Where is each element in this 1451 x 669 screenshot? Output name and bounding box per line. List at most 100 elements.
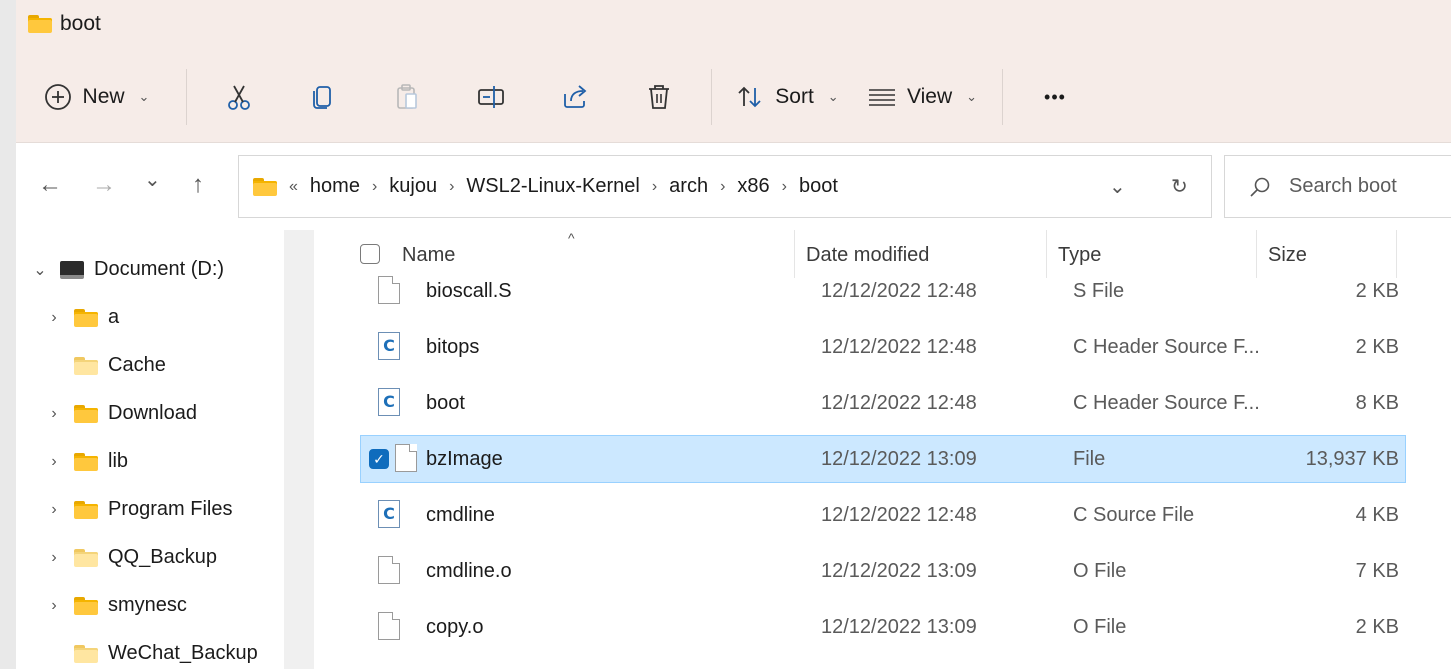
sidebar-item-cache[interactable]: Cache bbox=[44, 354, 166, 377]
table-row[interactable]: cmdline.o 12/12/2022 13:09 O File 7 KB bbox=[344, 548, 1399, 596]
file-size: 2 KB bbox=[1355, 336, 1399, 358]
paste-button[interactable] bbox=[365, 69, 449, 125]
folder-icon bbox=[74, 308, 98, 327]
sidebar-item-label: WeChat_Backup bbox=[108, 642, 258, 664]
breadcrumb-separator-icon[interactable]: › bbox=[782, 178, 787, 196]
table-row[interactable]: C cmdline 12/12/2022 12:48 C Source File… bbox=[344, 492, 1399, 540]
chevron-right-icon[interactable]: › bbox=[44, 549, 64, 567]
table-row[interactable]: copy.o 12/12/2022 13:09 O File 2 KB bbox=[344, 604, 1399, 652]
breadcrumb-wsl2-linux-kernel[interactable]: WSL2-Linux-Kernel bbox=[466, 175, 639, 198]
row-checkbox[interactable]: ✓ bbox=[369, 449, 389, 469]
sort-button-label: Sort bbox=[775, 85, 814, 108]
view-button[interactable]: View ⌄ bbox=[852, 69, 992, 125]
sidebar-item-smynesc[interactable]: › smynesc bbox=[44, 594, 187, 617]
search-icon bbox=[1250, 177, 1270, 197]
toolbar-divider bbox=[186, 69, 187, 125]
column-header-size[interactable]: Size bbox=[1268, 244, 1307, 267]
chevron-right-icon[interactable]: › bbox=[44, 405, 64, 423]
sort-button[interactable]: Sort ⌄ bbox=[722, 69, 852, 125]
table-row[interactable]: C bitops 12/12/2022 12:48 C Header Sourc… bbox=[344, 324, 1399, 372]
copy-icon bbox=[313, 86, 331, 109]
breadcrumb-home[interactable]: home bbox=[310, 175, 360, 198]
column-divider[interactable] bbox=[1396, 230, 1397, 278]
chevron-right-icon[interactable]: › bbox=[44, 309, 64, 327]
table-row-selected[interactable]: ✓ bzImage 12/12/2022 13:09 File 13,937 K… bbox=[360, 435, 1406, 483]
title-and-toolbar-area: boot New ⌄ Sort ⌄ View ⌄ ••• bbox=[16, 0, 1451, 143]
file-icon bbox=[378, 556, 400, 584]
breadcrumb-x86[interactable]: x86 bbox=[737, 175, 769, 198]
column-header-type[interactable]: Type bbox=[1058, 244, 1101, 267]
file-type: C Header Source F... bbox=[1073, 392, 1260, 414]
overflow-chevron-icon[interactable]: « bbox=[289, 178, 298, 196]
breadcrumb-kujou[interactable]: kujou bbox=[389, 175, 437, 198]
back-arrow-icon[interactable]: ← bbox=[38, 171, 62, 199]
folder-icon bbox=[253, 177, 277, 196]
sidebar-item-download[interactable]: › Download bbox=[44, 402, 197, 425]
file-type: C Header Source F... bbox=[1073, 336, 1260, 358]
breadcrumb-separator-icon[interactable]: › bbox=[652, 178, 657, 196]
file-icon bbox=[378, 276, 400, 304]
more-options-button[interactable]: ••• bbox=[1013, 69, 1097, 125]
sidebar-item-lib[interactable]: › lib bbox=[44, 450, 128, 473]
up-arrow-icon[interactable]: ↑ bbox=[192, 171, 204, 199]
sidebar-item-wechat-backup[interactable]: WeChat_Backup bbox=[44, 642, 258, 665]
share-button[interactable] bbox=[533, 69, 617, 125]
file-type: S File bbox=[1073, 280, 1125, 302]
sidebar-item-program-files[interactable]: › Program Files bbox=[44, 498, 232, 521]
forward-arrow-icon[interactable]: → bbox=[92, 171, 116, 199]
delete-button[interactable] bbox=[617, 69, 701, 125]
c-file-icon: C bbox=[378, 388, 400, 416]
file-name: boot bbox=[426, 392, 465, 414]
rename-button[interactable] bbox=[449, 69, 533, 125]
breadcrumb-arch[interactable]: arch bbox=[669, 175, 708, 198]
table-row[interactable]: C boot 12/12/2022 12:48 C Header Source … bbox=[344, 380, 1399, 428]
chevron-right-icon[interactable]: › bbox=[44, 597, 64, 615]
file-date: 12/12/2022 13:09 bbox=[821, 448, 977, 470]
file-size: 7 KB bbox=[1355, 560, 1399, 582]
file-type: O File bbox=[1073, 560, 1127, 582]
sidebar-item-label: Cache bbox=[108, 354, 166, 376]
refresh-icon[interactable]: ↻ bbox=[1171, 174, 1188, 199]
file-name: bzImage bbox=[426, 448, 503, 470]
file-size: 8 KB bbox=[1355, 392, 1399, 414]
file-icon bbox=[378, 612, 400, 640]
file-list: ^ Name Date modified Type Size bioscall.… bbox=[316, 230, 1451, 669]
select-all-checkbox[interactable] bbox=[360, 244, 380, 270]
navigation-pane-scrollbar[interactable] bbox=[284, 230, 314, 669]
copy-button[interactable] bbox=[281, 69, 365, 125]
folder-icon bbox=[74, 452, 98, 471]
cut-button[interactable] bbox=[197, 69, 281, 125]
command-bar: New ⌄ Sort ⌄ View ⌄ ••• bbox=[16, 63, 1451, 131]
sidebar-item-document-d[interactable]: ⌄ Document (D:) bbox=[30, 258, 224, 281]
sidebar-item-label: Document (D:) bbox=[94, 258, 225, 280]
breadcrumb-separator-icon[interactable]: › bbox=[372, 178, 377, 196]
view-button-label: View bbox=[906, 85, 953, 108]
sidebar-item-a[interactable]: › a bbox=[44, 306, 119, 329]
address-bar[interactable]: « home › kujou › WSL2-Linux-Kernel › arc… bbox=[238, 155, 1212, 218]
chevron-right-icon[interactable]: › bbox=[44, 501, 64, 519]
new-button[interactable]: New ⌄ bbox=[16, 69, 176, 125]
chevron-right-icon[interactable]: › bbox=[44, 453, 64, 471]
breadcrumb-separator-icon[interactable]: › bbox=[720, 178, 725, 196]
column-header-name[interactable]: Name bbox=[402, 244, 455, 267]
sidebar-item-label: Program Files bbox=[108, 498, 233, 520]
navigation-bar: ← → ⌄ ↑ « home › kujou › WSL2-Linux-Kern… bbox=[16, 143, 1451, 230]
sort-indicator-icon: ^ bbox=[568, 230, 575, 246]
sidebar-item-label: lib bbox=[108, 450, 129, 472]
search-input[interactable]: Search boot bbox=[1224, 155, 1451, 218]
file-date: 12/12/2022 12:48 bbox=[821, 336, 977, 358]
column-header-date-modified[interactable]: Date modified bbox=[806, 244, 929, 267]
file-date: 12/12/2022 12:48 bbox=[821, 392, 977, 414]
table-row[interactable]: bioscall.S 12/12/2022 12:48 S File 2 KB bbox=[344, 268, 1399, 316]
breadcrumb-boot[interactable]: boot bbox=[799, 175, 838, 198]
file-name: bioscall.S bbox=[426, 280, 512, 302]
sidebar-item-label: smynesc bbox=[108, 594, 187, 616]
address-dropdown-chevron-icon[interactable]: ⌄ bbox=[1109, 174, 1126, 199]
sidebar-item-qq-backup[interactable]: › QQ_Backup bbox=[44, 546, 217, 569]
recent-locations-chevron-icon[interactable]: ⌄ bbox=[144, 167, 161, 192]
chevron-down-icon[interactable]: ⌄ bbox=[30, 260, 50, 280]
breadcrumb-separator-icon[interactable]: › bbox=[449, 178, 454, 196]
file-type: O File bbox=[1073, 616, 1127, 638]
file-name: copy.o bbox=[426, 616, 484, 638]
file-size: 2 KB bbox=[1355, 616, 1399, 638]
